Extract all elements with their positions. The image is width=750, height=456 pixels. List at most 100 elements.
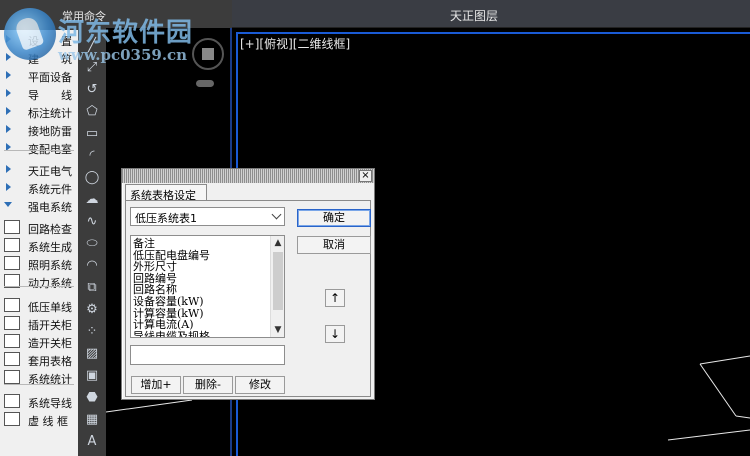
menu-item-label: 造开关柜 (28, 337, 72, 350)
menu-item[interactable]: 接地防雷 (0, 120, 78, 138)
menu-tool-icon (4, 298, 20, 312)
navigation-bar-handle[interactable] (196, 80, 214, 87)
menu-tool-icon (4, 394, 20, 408)
edit-field-button[interactable]: 修改 (235, 376, 285, 394)
menu-item[interactable]: 系统导线 (0, 392, 78, 410)
menu-item[interactable]: 回路检查 (0, 218, 78, 236)
menu-item[interactable]: 低压单线 (0, 296, 78, 314)
menu-tool-icon (4, 352, 20, 366)
delete-field-button[interactable]: 删除- (183, 376, 233, 394)
ellipse-arc-tool-icon[interactable]: ◠ (82, 256, 102, 274)
insert-block-tool-icon[interactable]: ⧉ (82, 278, 102, 296)
menu-item[interactable]: 系统生成 (0, 236, 78, 254)
navigation-wheel-icon[interactable] (192, 38, 224, 70)
text-tool-icon[interactable]: A (82, 432, 102, 450)
chevron-right-icon (6, 183, 11, 191)
menu-item[interactable]: 造开关柜 (0, 332, 78, 350)
menu-tool-icon (4, 238, 20, 252)
revcloud-tool-icon[interactable]: ☁ (82, 190, 102, 208)
make-block-tool-icon[interactable]: ⚙ (82, 300, 102, 318)
menu-item[interactable]: 导 线 (0, 84, 78, 102)
layer-panel-title: 天正图层 (450, 9, 499, 23)
table-field-list[interactable]: 备注 低压配电盘编号 外形尺寸 回路编号 回路名称 设备容量(kW) 计算容量(kW) 计算电… (130, 235, 285, 338)
hatch-tool-icon[interactable]: ▨ (82, 344, 102, 362)
menu-item[interactable]: 变配电室 (0, 138, 78, 156)
spline-tool-icon[interactable]: ∿ (82, 212, 102, 230)
menu-item[interactable]: 强电系统 (0, 196, 78, 214)
menu-item[interactable]: 虚 线 框 (0, 410, 78, 428)
watermark-url: www.pc0359.cn (58, 46, 188, 64)
menu-tool-icon (4, 220, 20, 234)
menu-item-label: 套用表格 (28, 355, 72, 368)
scroll-down-icon[interactable]: ▼ (273, 324, 283, 336)
chevron-right-icon (6, 107, 11, 115)
close-icon[interactable]: × (359, 170, 372, 182)
chevron-right-icon (6, 53, 11, 61)
chevron-down-icon[interactable] (271, 209, 282, 220)
add-field-button[interactable]: 增加+ (131, 376, 181, 394)
menu-item-label: 虚 线 框 (28, 415, 68, 428)
dialog-titlebar[interactable]: × (122, 169, 374, 183)
table-tool-icon[interactable]: ▦ (82, 410, 102, 428)
field-list-scrollbar[interactable]: ▲ ▼ (270, 236, 284, 337)
menu-item-label: 插开关柜 (28, 319, 72, 332)
menu-item[interactable]: 标注统计 (0, 102, 78, 120)
field-list-item[interactable]: 设备容量(kW) (133, 296, 268, 308)
menu-item[interactable]: 套用表格 (0, 350, 78, 368)
table-type-select[interactable]: 低压系统表1 (130, 207, 285, 226)
menu-tool-icon (4, 412, 20, 426)
table-type-selected-value: 低压系统表1 (135, 212, 197, 225)
system-table-settings-dialog: × 系统表格设定 低压系统表1 备注 低压配电盘编号 外形尺寸 回路编号 回路名称 设备容… (121, 168, 375, 400)
tangent-electrical-menu: 设 置建 筑平面设备导 线标注统计接地防雷变配电室天正电气系统元件强电系统回路检… (0, 30, 78, 456)
menu-item-label: 低压单线 (28, 301, 72, 314)
point-tool-icon[interactable]: ⁘ (82, 322, 102, 340)
menu-tool-icon (4, 334, 20, 348)
scrollbar-thumb[interactable] (273, 252, 283, 310)
arc-tool-icon[interactable]: ◜ (82, 146, 102, 164)
arc-polyline-tool-icon[interactable]: ↺ (82, 80, 102, 98)
move-up-button[interactable]: ↑ (325, 289, 345, 307)
menu-divider (4, 150, 74, 151)
menu-item[interactable]: 照明系统 (0, 254, 78, 272)
cancel-button[interactable]: 取消 (297, 236, 371, 254)
chevron-right-icon (6, 125, 11, 133)
tab-system-table-settings[interactable]: 系统表格设定 (125, 184, 207, 202)
menu-item[interactable]: 天正电气 (0, 160, 78, 178)
menu-tool-icon (4, 256, 20, 270)
menu-item-label: 系统生成 (28, 241, 72, 254)
region-tool-icon[interactable]: ⬣ (82, 388, 102, 406)
menu-tool-icon (4, 370, 20, 384)
field-name-input[interactable] (130, 345, 285, 365)
field-list-item[interactable]: 计算电流(A) (133, 319, 268, 331)
layer-panel-titlebar: 天正图层 (232, 0, 750, 28)
menu-divider (4, 384, 74, 385)
menu-item-label: 动力系统 (28, 277, 72, 290)
chevron-right-icon (6, 89, 11, 97)
menu-item-label: 平面设备 (28, 71, 72, 84)
field-list-item[interactable]: 导线电缆及规格 (133, 331, 268, 337)
menu-tool-icon (4, 316, 20, 330)
menu-item-label: 变配电室 (28, 143, 72, 156)
polygon-tool-icon[interactable]: ⬠ (82, 102, 102, 120)
menu-item[interactable]: 插开关柜 (0, 314, 78, 332)
scroll-up-icon[interactable]: ▲ (273, 237, 283, 249)
move-down-button[interactable]: ↓ (325, 325, 345, 343)
chevron-right-icon (6, 165, 11, 173)
menu-item[interactable]: 动力系统 (0, 272, 78, 290)
menu-item-label: 接地防雷 (28, 125, 72, 138)
circle-tool-icon[interactable]: ◯ (82, 168, 102, 186)
rectangle-tool-icon[interactable]: ▭ (82, 124, 102, 142)
menu-item-label: 系统元件 (28, 183, 72, 196)
menu-item[interactable]: 平面设备 (0, 66, 78, 84)
ok-button[interactable]: 确定 (297, 209, 371, 227)
menu-item-label: 回路检查 (28, 223, 72, 236)
menu-item[interactable]: 系统元件 (0, 178, 78, 196)
chevron-down-icon (4, 202, 12, 207)
watermark-logo-icon (4, 8, 56, 60)
ellipse-tool-icon[interactable]: ⬭ (82, 234, 102, 252)
field-list-item[interactable]: 备注 (133, 238, 268, 250)
gradient-tool-icon[interactable]: ▣ (82, 366, 102, 384)
dialog-body: 低压系统表1 备注 低压配电盘编号 外形尺寸 回路编号 回路名称 设备容量(kW) 计算容量… (125, 200, 371, 397)
menu-item-label: 天正电气 (28, 165, 72, 178)
viewport-controls-label[interactable]: [+][俯视][二维线框] (240, 35, 350, 52)
